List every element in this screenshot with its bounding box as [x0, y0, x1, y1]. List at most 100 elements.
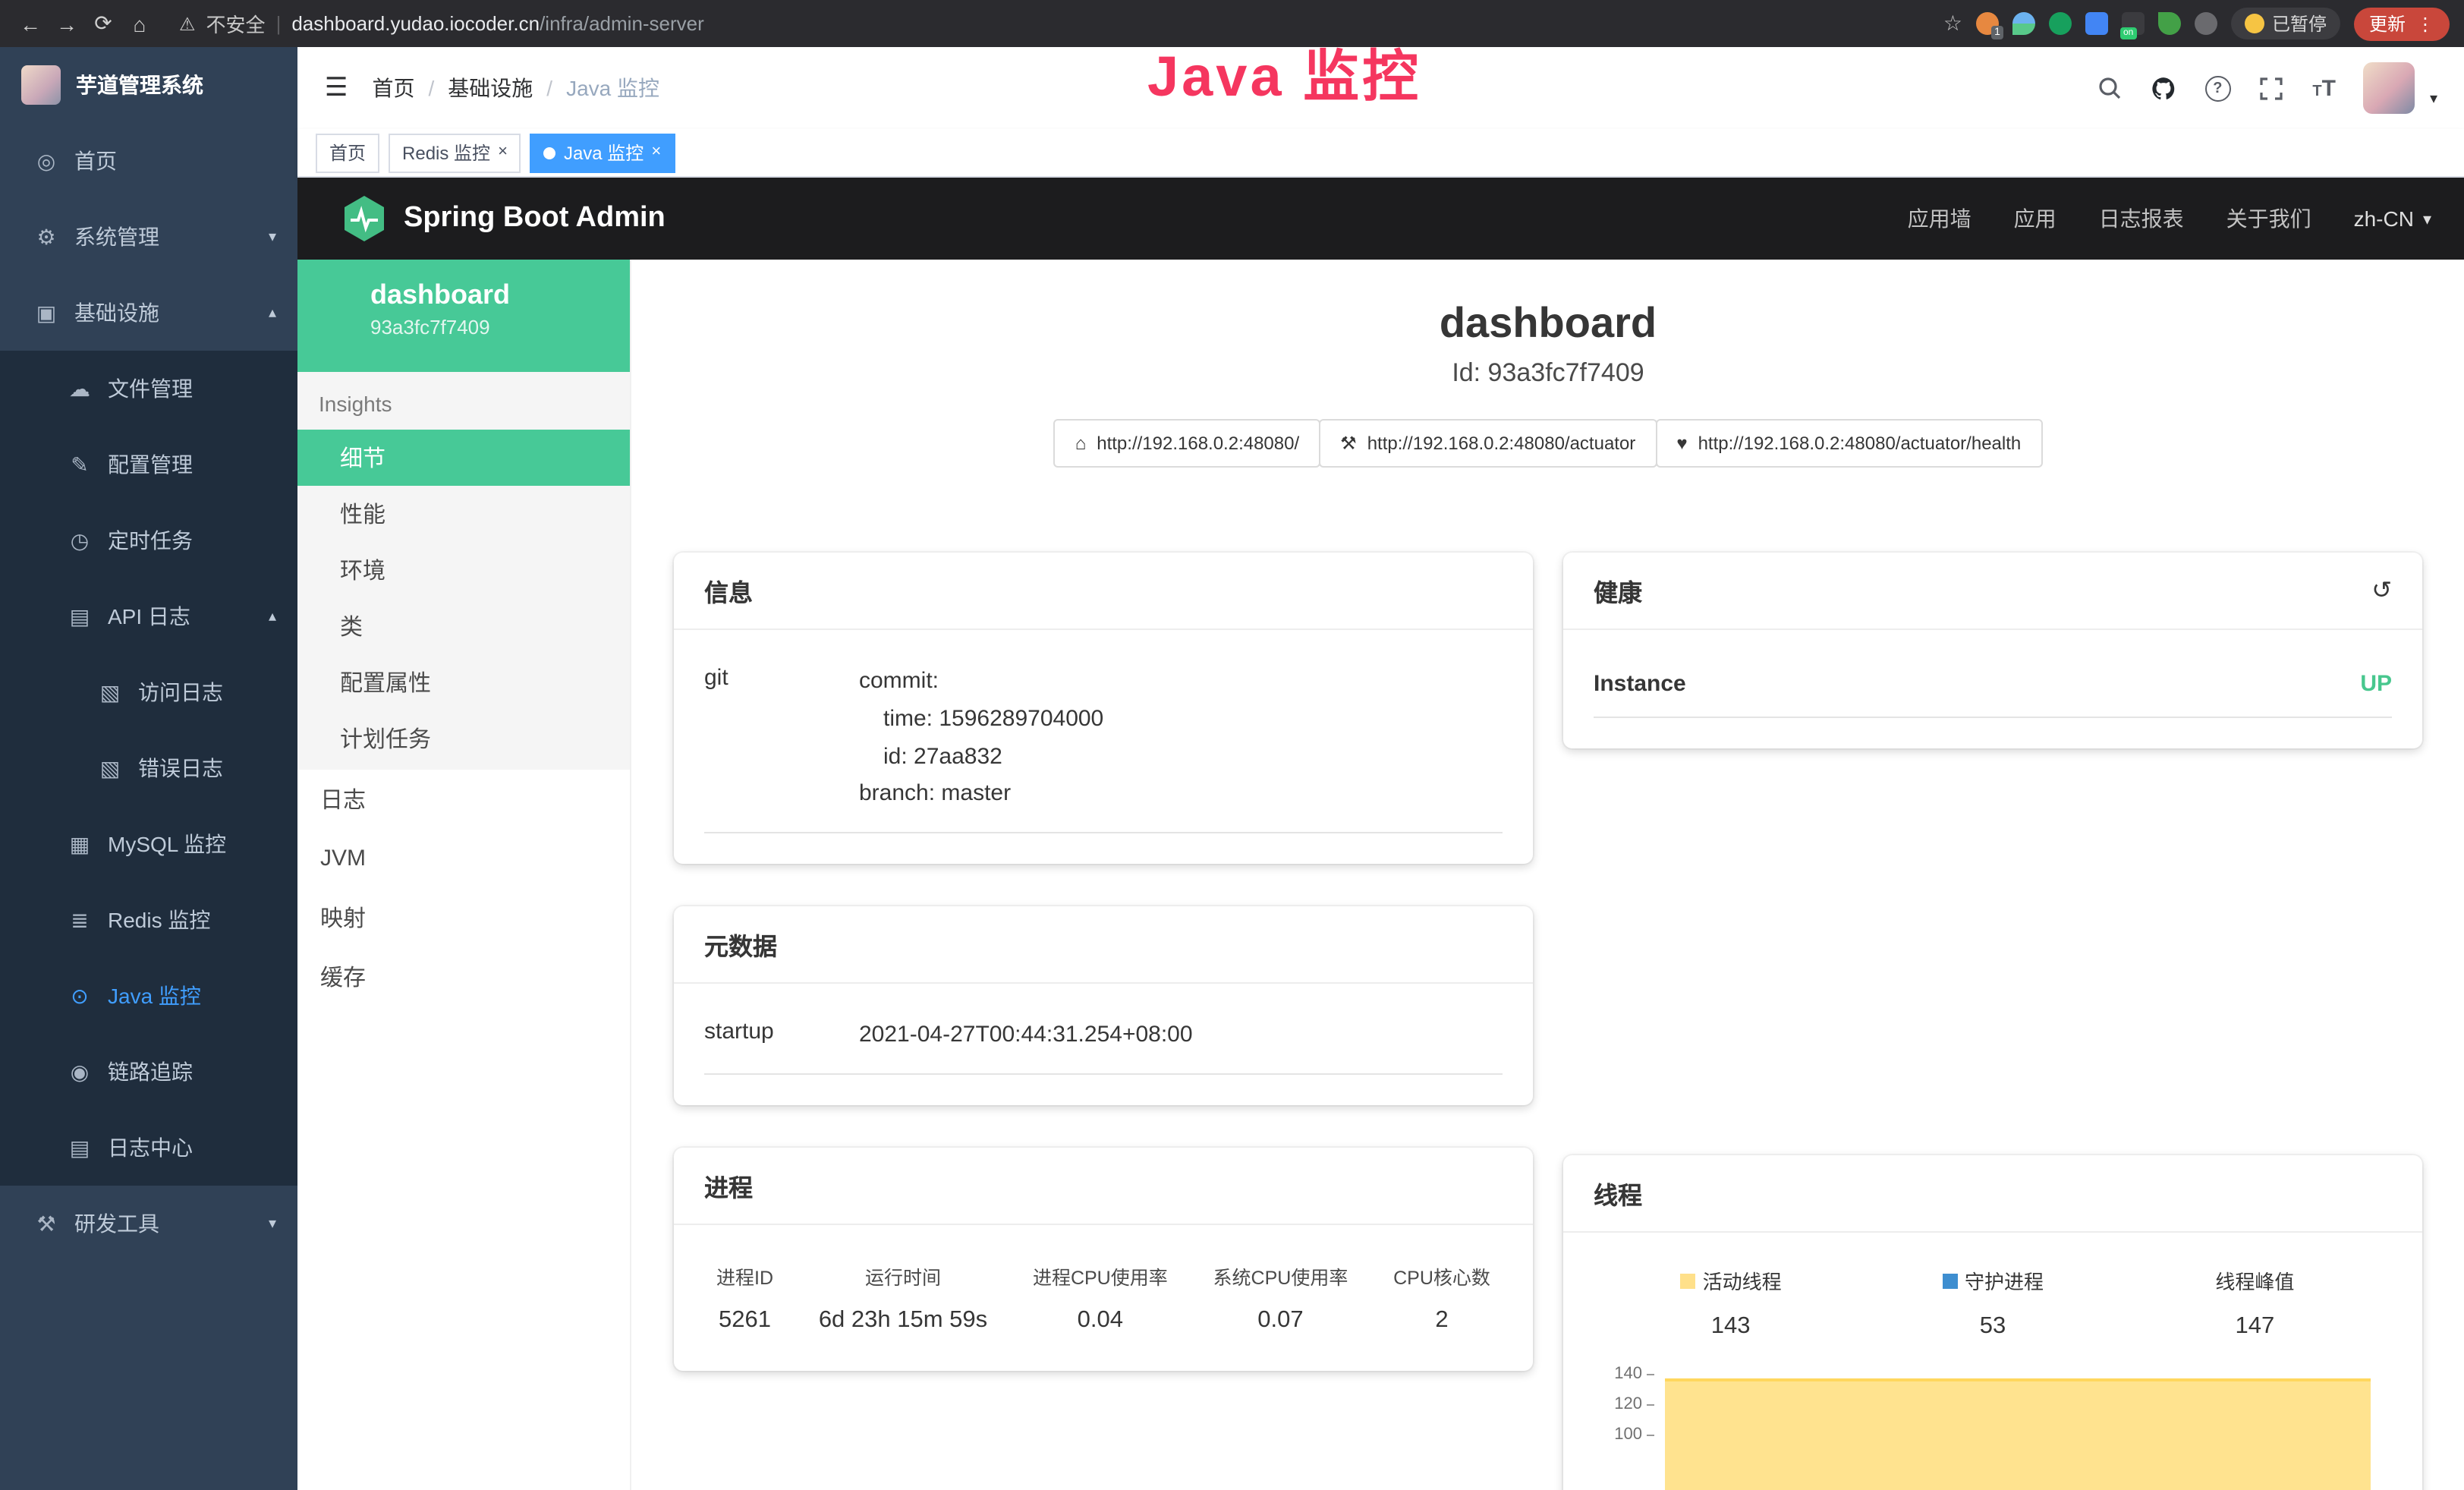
breadcrumb-current: Java 监控: [566, 73, 659, 103]
url-path: /infra/admin-server: [540, 12, 704, 35]
paused-label: 已暂停: [2272, 11, 2327, 36]
actuator-url-button[interactable]: ⚒ http://192.168.0.2:48080/actuator: [1319, 419, 1657, 468]
sidebar-item-error-logs[interactable]: ▧ 错误日志: [0, 730, 297, 806]
sidebar-item-label: 定时任务: [108, 525, 193, 556]
browser-update-button[interactable]: 更新 ⋮: [2354, 7, 2450, 40]
avatar[interactable]: [2363, 62, 2415, 114]
menu-item-mappings[interactable]: 映射: [297, 888, 630, 947]
avatar-caret-icon[interactable]: ▾: [2430, 91, 2437, 114]
fullscreen-icon[interactable]: [2258, 74, 2285, 102]
extension-icon-3[interactable]: [2049, 12, 2072, 35]
extension-icon-4[interactable]: [2085, 12, 2108, 35]
menu-item-caches[interactable]: 缓存: [297, 947, 630, 1006]
sidebar-item-config-management[interactable]: ✎ 配置管理: [0, 427, 297, 502]
sidebar-item-home[interactable]: ◎ 首页: [0, 123, 297, 199]
menu-item-jvm[interactable]: JVM: [297, 829, 630, 888]
breadcrumb-home[interactable]: 首页: [373, 73, 415, 103]
sidebar-item-redis-monitor[interactable]: ≣ Redis 监控: [0, 882, 297, 958]
sidebar-item-file-management[interactable]: ☁ 文件管理: [0, 351, 297, 427]
menu-item-environment[interactable]: 环境: [297, 542, 630, 598]
sidebar-item-java-monitor[interactable]: ⊙ Java 监控: [0, 958, 297, 1034]
menu-item-scheduled-tasks[interactable]: 计划任务: [297, 710, 630, 767]
cloud-icon: ☁: [67, 376, 93, 402]
menu-item-metrics[interactable]: 性能: [297, 486, 630, 542]
sidebar-toggle-icon[interactable]: ☰: [325, 73, 348, 103]
wrench-icon: ⚒: [1340, 433, 1357, 454]
metadata-card: 元数据 startup 2021-04-27T00:44:31.254+08:0…: [674, 906, 1533, 1105]
sba-nav-about[interactable]: 关于我们: [2226, 203, 2311, 234]
github-icon[interactable]: [2150, 74, 2177, 102]
extension-icon-1[interactable]: 1: [1976, 12, 1999, 35]
sidebar-item-label: 日志中心: [108, 1132, 193, 1163]
forward-icon[interactable]: →: [52, 11, 82, 36]
active-tab-dot: [544, 146, 556, 159]
home-icon[interactable]: ⌂: [124, 11, 155, 36]
dashboard-icon: ◎: [33, 148, 59, 174]
sidebar-item-scheduled-tasks[interactable]: ◷ 定时任务: [0, 502, 297, 578]
process-card: 进程 进程ID 5261 运行时间: [674, 1148, 1533, 1371]
process-stat-label: 进程ID: [716, 1262, 773, 1290]
tab-java-monitor[interactable]: Java 监控 ×: [530, 133, 675, 172]
sba-nav-wallboard[interactable]: 应用墙: [1908, 203, 1972, 234]
reload-icon[interactable]: ⟳: [88, 11, 118, 36]
paused-extension-pill[interactable]: 已暂停: [2231, 8, 2340, 39]
bookmark-star-icon[interactable]: ☆: [1943, 11, 1962, 36]
sidebar-item-log-center[interactable]: ▤ 日志中心: [0, 1110, 297, 1186]
menu-item-details[interactable]: 细节: [297, 430, 630, 486]
sidebar-item-label: MySQL 监控: [108, 829, 226, 859]
sidebar-item-label: API 日志: [108, 601, 190, 632]
health-card-title: 健康: [1594, 572, 1642, 609]
close-icon[interactable]: ×: [651, 144, 661, 161]
cards-right-column: 健康 ↺ Instance UP: [1563, 553, 2422, 1490]
form-icon: ▧: [97, 679, 123, 705]
actuator-url-label: http://192.168.0.2:48080/actuator: [1367, 433, 1636, 454]
sidebar-item-label: 基础设施: [74, 298, 159, 328]
chevron-down-icon: ▾: [269, 228, 276, 245]
extension-icon-5[interactable]: on: [2122, 12, 2145, 35]
sidebar-item-trace[interactable]: ◉ 链路追踪: [0, 1034, 297, 1110]
sidebar-item-system-management[interactable]: ⚙ 系统管理 ▾: [0, 199, 297, 275]
menu-item-classes[interactable]: 类: [297, 598, 630, 654]
help-icon[interactable]: ?: [2204, 75, 2230, 101]
extension-icon-2[interactable]: [2012, 12, 2035, 35]
process-stat-label: CPU核心数: [1393, 1262, 1490, 1290]
extension-icon-6[interactable]: [2158, 12, 2181, 35]
history-icon[interactable]: ↺: [2371, 575, 2392, 606]
close-icon[interactable]: ×: [498, 144, 508, 161]
page-title: dashboard: [631, 299, 2464, 348]
health-status-badge: UP: [2360, 671, 2392, 697]
sidebar-item-dev-tools[interactable]: ⚒ 研发工具 ▾: [0, 1186, 297, 1262]
sidebar-item-infrastructure[interactable]: ▣ 基础设施 ▴: [0, 275, 297, 351]
sba-nav-applications[interactable]: 应用: [2014, 203, 2056, 234]
tab-redis-monitor[interactable]: Redis 监控 ×: [389, 133, 521, 172]
sidebar-item-label: 系统管理: [74, 222, 159, 252]
y-axis-tick: 140: [1594, 1365, 1654, 1383]
screen: ← → ⟳ ⌂ ⚠ 不安全 | dashboard.yudao.iocoder.…: [0, 0, 2464, 1490]
service-url-button[interactable]: ⌂ http://192.168.0.2:48080/: [1054, 419, 1320, 468]
health-instance-row[interactable]: Instance UP: [1594, 645, 2392, 718]
sba-nav-journal[interactable]: 日志报表: [2099, 203, 2184, 234]
sidebar-item-access-logs[interactable]: ▧ 访问日志: [0, 654, 297, 730]
menu-item-logs[interactable]: 日志: [297, 770, 630, 829]
tab-label: Java 监控: [564, 140, 644, 165]
back-icon[interactable]: ←: [15, 11, 46, 36]
address-bar[interactable]: ⚠ 不安全 | dashboard.yudao.iocoder.cn/infra…: [179, 9, 1937, 38]
search-icon[interactable]: [2095, 74, 2123, 102]
breadcrumb-infrastructure[interactable]: 基础设施: [448, 73, 533, 103]
menu-item-config-props[interactable]: 配置属性: [297, 654, 630, 710]
chevron-down-icon: ▾: [2423, 209, 2431, 228]
extension-icon-7[interactable]: [2195, 12, 2217, 35]
sba-brand[interactable]: Spring Boot Admin: [343, 196, 666, 241]
chrome-menu-icon[interactable]: ⋮: [2416, 13, 2434, 34]
sidebar-item-label: Redis 监控: [108, 905, 210, 935]
document-icon: ▤: [67, 603, 93, 629]
tab-home[interactable]: 首页: [316, 133, 379, 172]
sidebar-item-api-logs[interactable]: ▤ API 日志 ▴: [0, 578, 297, 654]
health-instance-label: Instance: [1594, 671, 1686, 697]
insights-group: Insights 细节 性能 环境 类 配置属性 计划任务: [297, 372, 630, 770]
health-url-button[interactable]: ♥ http://192.168.0.2:48080/actuator/heal…: [1655, 419, 2042, 468]
sidebar-item-mysql-monitor[interactable]: ▦ MySQL 监控: [0, 806, 297, 882]
locale-label: zh-CN: [2354, 206, 2414, 231]
sba-locale-select[interactable]: zh-CN ▾: [2354, 206, 2431, 231]
font-size-icon[interactable]: TT: [2312, 75, 2336, 101]
